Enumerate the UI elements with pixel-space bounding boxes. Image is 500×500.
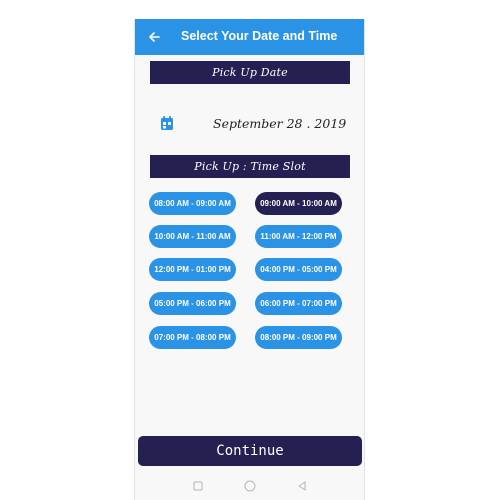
recent-apps-button[interactable] [192,480,204,492]
time-slot-button[interactable]: 08:00 PM - 09:00 PM [255,326,342,349]
page-title: Select Your Date and Time [181,29,338,43]
triangle-back-icon [298,481,305,490]
arrow-left-icon [149,32,160,42]
time-slot-button[interactable]: 10:00 AM - 11:00 AM [149,225,236,248]
time-slot-header: Pick Up : Time Slot [150,155,350,178]
square-icon [193,481,202,490]
time-slot-button[interactable]: 08:00 AM - 09:00 AM [149,192,236,215]
time-slot-button[interactable]: 12:00 PM - 01:00 PM [149,258,236,281]
time-slot-button[interactable]: 07:00 PM - 08:00 PM [149,326,236,349]
time-slot-button[interactable]: 04:00 PM - 05:00 PM [255,258,342,281]
pickup-date-row: September 28 . 2019 [135,113,364,137]
continue-button[interactable]: Continue [138,436,362,466]
home-button[interactable] [244,480,256,492]
circle-icon [244,480,255,491]
time-slot-button[interactable]: 05:00 PM - 06:00 PM [149,292,236,315]
pickup-date-value[interactable]: September 28 . 2019 [213,116,346,131]
time-slot-button-selected[interactable]: 09:00 AM - 10:00 AM [255,192,342,215]
time-slot-button[interactable]: 06:00 PM - 07:00 PM [255,292,342,315]
pickup-date-header: Pick Up Date [150,61,350,84]
system-nav-bar [135,471,364,500]
back-nav-button[interactable] [296,480,308,492]
phone-screen: Select Your Date and Time Pick Up Date S… [134,19,365,500]
time-slot-button[interactable]: 11:00 AM - 12:00 PM [255,225,342,248]
app-bar: Select Your Date and Time [135,19,364,55]
calendar-icon[interactable] [160,115,174,131]
back-button[interactable] [143,26,165,48]
